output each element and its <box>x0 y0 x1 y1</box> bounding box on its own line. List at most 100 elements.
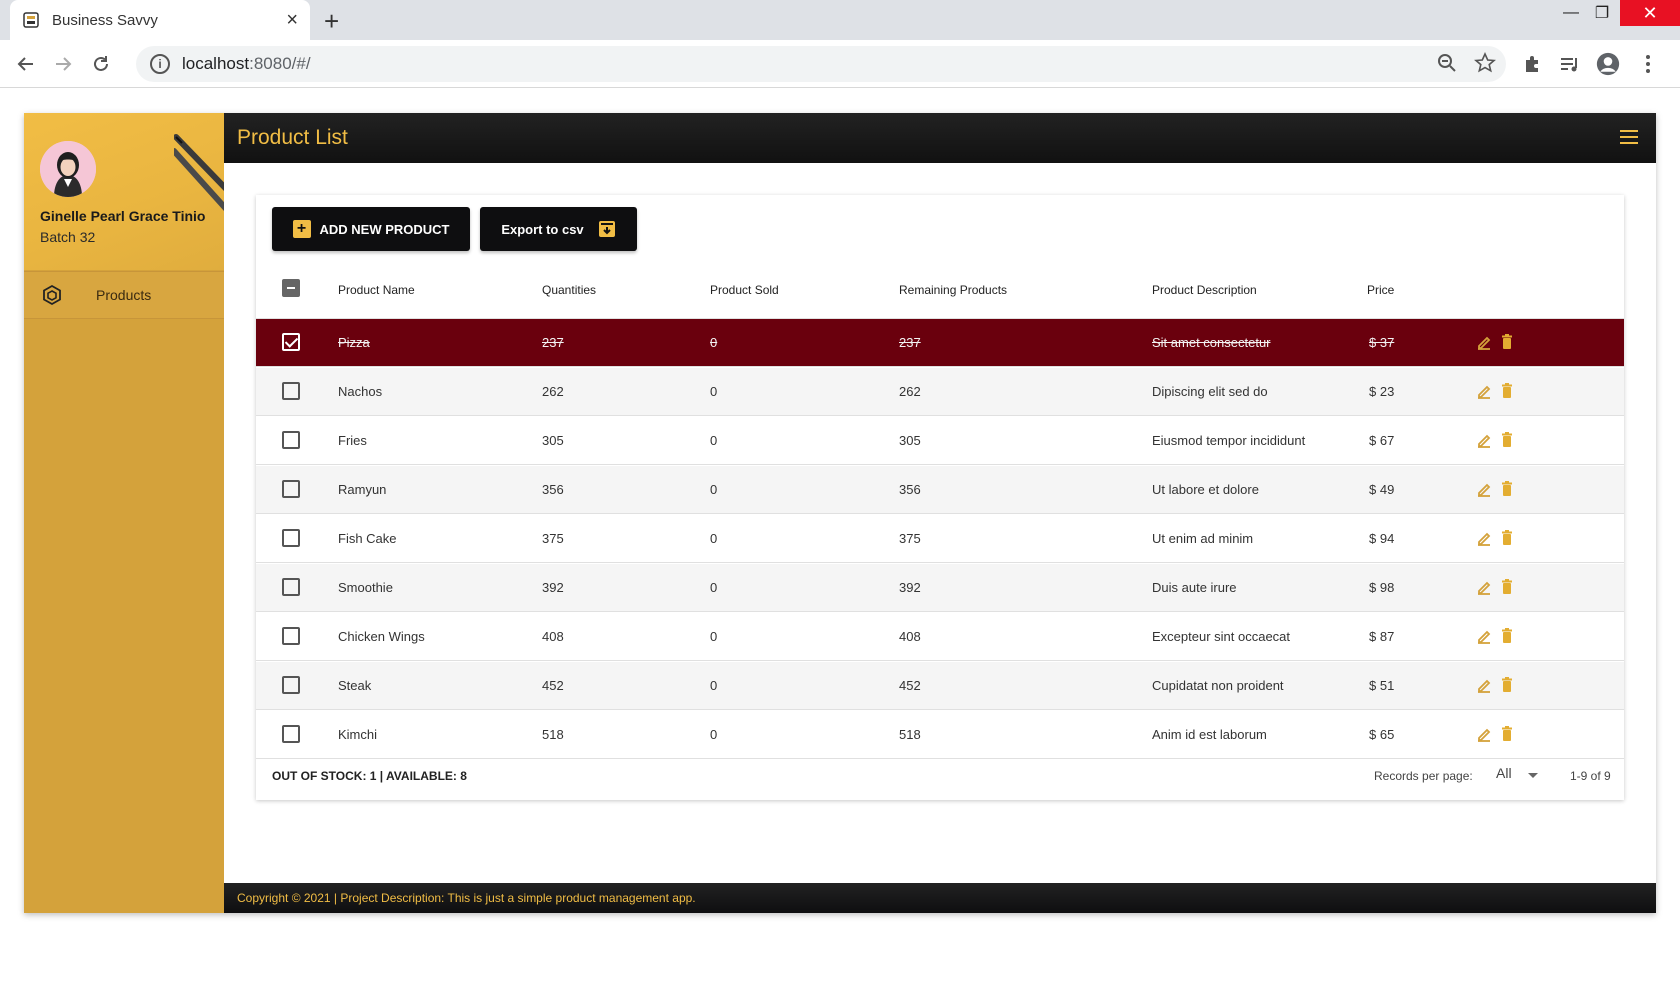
edit-pencil-icon[interactable] <box>1476 676 1492 694</box>
delete-trash-icon[interactable] <box>1499 627 1515 645</box>
edit-pencil-icon[interactable] <box>1476 578 1492 596</box>
delete-trash-icon[interactable] <box>1499 676 1515 694</box>
cell-product-name: Chicken Wings <box>338 629 425 644</box>
delete-trash-icon[interactable] <box>1499 529 1515 547</box>
address-bar[interactable]: i localhost:8080/#/ <box>136 46 1506 82</box>
records-per-page-label: Records per page: <box>1374 769 1473 783</box>
edit-pencil-icon[interactable] <box>1476 382 1492 400</box>
table-row[interactable]: Ramyun 356 0 356 Ut labore et dolore $ 49 <box>256 466 1624 514</box>
row-checkbox[interactable] <box>282 431 300 449</box>
table-row[interactable]: Fish Cake 375 0 375 Ut enim ad minim $ 94 <box>256 515 1624 563</box>
browser-menu-icon[interactable] <box>1636 52 1660 76</box>
profile-panel: Ginelle Pearl Grace Tinio Batch 32 <box>24 113 224 270</box>
cell-price: $ 87 <box>1369 629 1395 644</box>
delete-trash-icon[interactable] <box>1499 578 1515 596</box>
cell-remaining: 452 <box>899 678 921 693</box>
profile-avatar-icon[interactable] <box>1596 52 1620 76</box>
cell-price: $ 37 <box>1369 335 1395 350</box>
cell-remaining: 375 <box>899 531 921 546</box>
cell-description: Dipiscing elit sed do <box>1152 384 1268 399</box>
cell-product-name: Steak <box>338 678 372 693</box>
cell-product-sold: 0 <box>710 482 718 497</box>
cell-price: $ 98 <box>1369 580 1395 595</box>
reload-icon[interactable] <box>87 50 115 78</box>
table-row[interactable]: Nachos 262 0 262 Dipiscing elit sed do $ 23 <box>256 368 1624 416</box>
table-row[interactable]: Fries 305 0 305 Eiusmod tempor incididunt $ 6… <box>256 417 1624 465</box>
new-tab-icon[interactable]: + <box>324 6 339 37</box>
row-checkbox[interactable] <box>282 382 300 400</box>
add-button-label: ADD NEW PRODUCT <box>319 221 450 237</box>
cell-product-sold: 0 <box>710 678 718 693</box>
url-path: :8080/#/ <box>249 54 311 73</box>
cell-quantity: 305 <box>542 433 564 448</box>
row-checkbox[interactable] <box>282 676 300 694</box>
cell-quantity: 452 <box>542 678 564 693</box>
row-checkbox[interactable] <box>282 725 300 743</box>
cell-remaining: 237 <box>899 335 921 350</box>
cell-product-name: Smoothie <box>338 580 393 595</box>
row-checkbox[interactable] <box>282 529 300 547</box>
edit-pencil-icon[interactable] <box>1476 431 1492 449</box>
edit-pencil-icon[interactable] <box>1476 333 1492 351</box>
plus-box-icon: + <box>292 220 311 238</box>
column-header-remaining-products[interactable]: Remaining Products <box>899 283 1007 297</box>
cell-quantity: 408 <box>542 629 564 644</box>
export-csv-button[interactable]: Export to csv <box>480 207 637 251</box>
close-tab-icon[interactable]: × <box>286 9 298 32</box>
column-header-product-sold[interactable]: Product Sold <box>710 283 779 297</box>
back-icon[interactable] <box>12 50 40 78</box>
delete-trash-icon[interactable] <box>1499 480 1515 498</box>
user-name: Ginelle Pearl Grace Tinio <box>40 208 206 224</box>
url-host: localhost <box>182 54 250 73</box>
edit-pencil-icon[interactable] <box>1476 627 1492 645</box>
cell-price: $ 49 <box>1369 482 1395 497</box>
cell-product-name: Kimchi <box>338 727 378 742</box>
table-row[interactable]: Pizza 237 0 237 Sit amet consectetur $ 37 <box>256 319 1624 367</box>
column-header-product-description[interactable]: Product Description <box>1152 283 1257 297</box>
cell-product-sold: 0 <box>710 727 718 742</box>
cell-product-name: Fries <box>338 433 367 448</box>
cell-description: Excepteur sint occaecat <box>1152 629 1291 644</box>
cell-description: Anim id est laborum <box>1152 727 1267 742</box>
edit-pencil-icon[interactable] <box>1476 529 1492 547</box>
extensions-icon[interactable] <box>1520 52 1544 76</box>
forward-icon[interactable] <box>49 50 77 78</box>
url-text: localhost:8080/#/ <box>182 54 311 74</box>
cell-description: Duis aute irure <box>1152 580 1237 595</box>
app-header: Product List <box>224 113 1656 163</box>
bookmark-star-icon[interactable] <box>1474 52 1496 74</box>
browser-tab[interactable]: Business Savvy × <box>10 0 310 40</box>
media-playlist-icon[interactable] <box>1558 52 1582 76</box>
delete-trash-icon[interactable] <box>1499 725 1515 743</box>
site-info-icon[interactable]: i <box>150 54 170 74</box>
edit-pencil-icon[interactable] <box>1476 480 1492 498</box>
row-checkbox[interactable] <box>282 627 300 645</box>
row-checkbox[interactable] <box>282 578 300 596</box>
edit-pencil-icon[interactable] <box>1476 725 1492 743</box>
column-header-product-name[interactable]: Product Name <box>338 283 415 297</box>
hamburger-menu-icon[interactable] <box>1620 130 1638 144</box>
cell-price: $ 23 <box>1369 384 1395 399</box>
column-header-quantities[interactable]: Quantities <box>542 283 596 297</box>
select-all-checkbox[interactable] <box>282 279 300 297</box>
cell-product-name: Ramyun <box>338 482 387 497</box>
row-checkbox[interactable] <box>282 480 300 498</box>
avatar <box>40 141 96 197</box>
restore-window-icon[interactable]: ❐ <box>1579 0 1625 26</box>
table-row[interactable]: Chicken Wings 408 0 408 Excepteur sint occae… <box>256 613 1624 661</box>
records-per-page-select[interactable]: All <box>1496 765 1542 787</box>
add-new-product-button[interactable]: + ADD NEW PRODUCT <box>272 207 470 251</box>
table-row[interactable]: Steak 452 0 452 Cupidatat non proident $ 51 <box>256 662 1624 710</box>
column-header-price[interactable]: Price <box>1367 283 1394 297</box>
cell-quantity: 356 <box>542 482 564 497</box>
delete-trash-icon[interactable] <box>1499 382 1515 400</box>
sidebar-item-products[interactable]: Products <box>24 271 224 319</box>
sidebar: Ginelle Pearl Grace Tinio Batch 32 Produ… <box>24 113 224 913</box>
table-row[interactable]: Smoothie 392 0 392 Duis aute irure $ 98 <box>256 564 1624 612</box>
zoom-out-icon[interactable] <box>1436 52 1458 74</box>
row-checkbox[interactable] <box>282 333 300 351</box>
close-window-icon[interactable]: ✕ <box>1620 0 1680 26</box>
delete-trash-icon[interactable] <box>1499 431 1515 449</box>
cell-description: Ut labore et dolore <box>1152 482 1259 497</box>
delete-trash-icon[interactable] <box>1499 333 1515 351</box>
